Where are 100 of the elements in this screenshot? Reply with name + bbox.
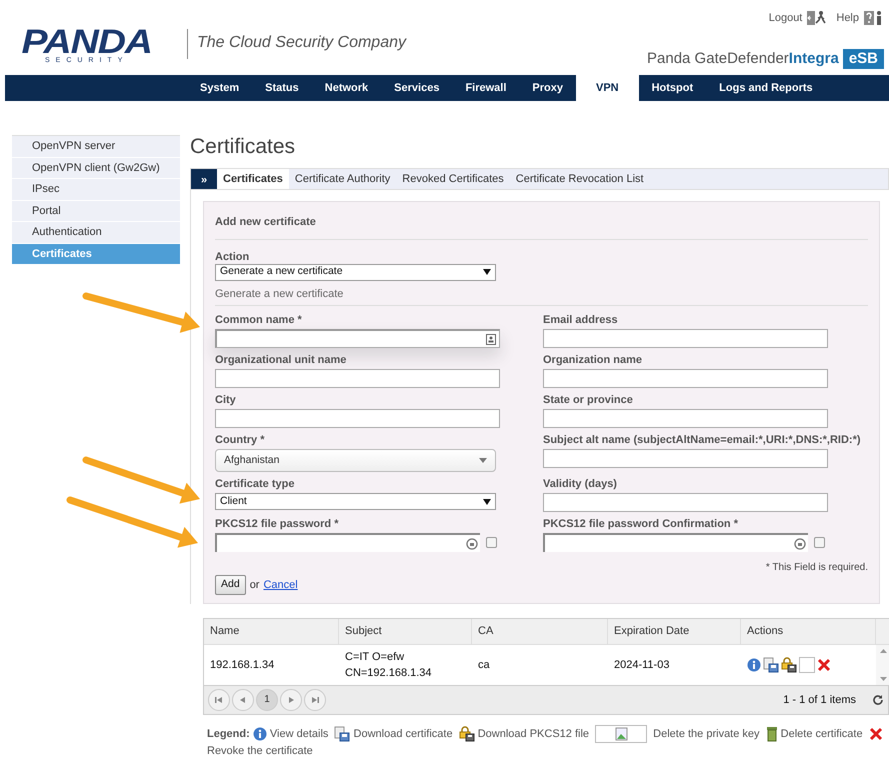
legend-text: Download certificate — [354, 728, 453, 740]
collapse-toggle[interactable]: » — [191, 169, 217, 189]
tab[interactable]: Certificates — [217, 169, 289, 189]
sidebar-item[interactable]: OpenVPN client (Gw2Gw) — [12, 158, 180, 179]
scroll-down-icon[interactable] — [880, 676, 886, 681]
checkbox[interactable] — [814, 537, 825, 548]
tagline: The Cloud Security Company — [197, 34, 406, 52]
password-field[interactable] — [543, 533, 808, 552]
page-button[interactable]: 1 — [256, 688, 278, 711]
last-page-icon — [311, 696, 319, 704]
last-page-button[interactable] — [304, 688, 326, 711]
checkbox[interactable] — [486, 537, 497, 548]
or-text: or — [250, 578, 260, 593]
nav-tab[interactable]: Network — [312, 75, 382, 101]
column-header: CA — [472, 618, 608, 645]
info-icon[interactable] — [747, 658, 761, 672]
required-note: * This Field is required. — [764, 561, 868, 575]
field-label: Country * — [215, 434, 266, 447]
key-circle-icon — [794, 538, 806, 550]
text-field[interactable] — [543, 369, 828, 388]
field-label: PKCS12 file password * — [215, 518, 340, 531]
table-cell-text: C=IT O=efw CN=192.168.1.34 — [344, 650, 433, 681]
text-field[interactable] — [543, 409, 828, 428]
exit-door-icon[interactable] — [806, 10, 826, 26]
key-circle-icon — [466, 538, 478, 550]
field-label: Subject alt name (subjectAltName=email:*,URI:*,DNS:*,RID:*) — [543, 434, 862, 447]
lock-disk-icon[interactable] — [781, 656, 797, 673]
pager-summary: 1 - 1 of 1 items — [783, 692, 856, 708]
x-icon — [868, 726, 883, 741]
field-label: Email address — [543, 314, 619, 327]
tab[interactable]: Certificate Revocation List — [510, 169, 650, 189]
document-disk-icon[interactable] — [763, 656, 779, 673]
legend-label: Legend: — [207, 728, 250, 740]
contact-card-icon — [486, 334, 496, 344]
text-field[interactable] — [215, 329, 500, 348]
nav-tab[interactable]: Proxy — [519, 75, 576, 101]
text-field[interactable] — [543, 449, 828, 468]
column-header: Subject — [339, 618, 472, 645]
section-subtitle: Generate a new certificate — [215, 280, 868, 306]
tab[interactable]: Revoked Certificates — [396, 169, 510, 189]
legend-text: Delete certificate — [780, 728, 863, 740]
nav-tab[interactable]: System — [187, 75, 252, 101]
dropdown-arrow-icon — [479, 458, 487, 463]
text-field[interactable] — [543, 493, 828, 512]
action-select[interactable]: Generate a new certificate — [215, 264, 496, 280]
nav-tab[interactable]: Firewall — [452, 75, 520, 101]
text-field[interactable] — [215, 409, 500, 428]
nav-tab[interactable]: Services — [381, 75, 452, 101]
text-field[interactable] — [215, 369, 500, 388]
help-person-icon[interactable] — [863, 10, 883, 26]
country-select[interactable]: Afghanistan — [215, 449, 496, 472]
field-label: Certificate type — [215, 478, 296, 491]
dropdown-arrow-icon — [483, 269, 491, 275]
field-label: Organizational unit name — [215, 354, 348, 367]
x-icon[interactable] — [817, 658, 831, 672]
sidebar-item[interactable]: IPsec — [12, 179, 180, 200]
cancel-link[interactable]: Cancel — [263, 576, 298, 594]
column-header: Actions — [741, 618, 876, 645]
logo-text: PANDA — [22, 27, 152, 57]
legend-text: View details — [270, 728, 328, 740]
lock-disk-icon — [458, 726, 475, 742]
scroll-up-icon[interactable] — [880, 648, 886, 653]
dropdown-arrow-icon — [483, 498, 491, 504]
help-link[interactable]: Help — [836, 10, 859, 26]
product-badge: eSB — [842, 49, 884, 70]
document-disk-icon — [334, 726, 350, 742]
field-label: State or province — [543, 394, 634, 407]
field-label: Action — [215, 250, 250, 264]
password-field[interactable] — [215, 533, 480, 552]
sidebar-item[interactable]: OpenVPN server — [12, 136, 180, 158]
nav-tab[interactable]: Hotspot — [638, 75, 706, 101]
nav-tab[interactable]: Status — [252, 75, 312, 101]
column-header: Expiration Date — [608, 618, 741, 645]
table-cell-text: ca — [477, 658, 491, 672]
text-field[interactable] — [543, 329, 828, 348]
column-header: Name — [204, 618, 339, 645]
table-cell-text: 192.168.1.34 — [209, 658, 276, 672]
field-label: Organization name — [543, 354, 644, 367]
type-select[interactable]: Client — [215, 493, 496, 510]
first-page-icon — [215, 696, 223, 704]
nav-tab[interactable]: VPN — [576, 75, 639, 101]
page-title: Certificates — [190, 134, 296, 160]
logout-link[interactable]: Logout — [768, 10, 802, 26]
sidebar-item[interactable]: Authentication — [12, 222, 180, 244]
next-page-button[interactable] — [280, 688, 302, 711]
tab[interactable]: Certificate Authority — [288, 169, 396, 189]
first-page-button[interactable] — [208, 688, 230, 711]
previous-page-icon — [239, 696, 247, 704]
previous-page-button[interactable] — [232, 688, 254, 711]
trash-icon — [766, 726, 778, 742]
field-label: PKCS12 file password Confirmation * — [543, 518, 739, 531]
field-label: Validity (days) — [543, 478, 618, 491]
sidebar-item[interactable]: Portal — [12, 200, 180, 222]
refresh-icon[interactable] — [872, 694, 884, 706]
table-cell-text: 2024-11-03 — [613, 658, 670, 672]
product-name: Panda GateDefenderIntegra — [647, 49, 839, 69]
add-button[interactable]: Add — [215, 575, 246, 595]
legend-text: Revoke the certificate — [207, 744, 313, 757]
nav-tab[interactable]: Logs and Reports — [706, 75, 826, 101]
next-page-icon — [287, 696, 295, 704]
